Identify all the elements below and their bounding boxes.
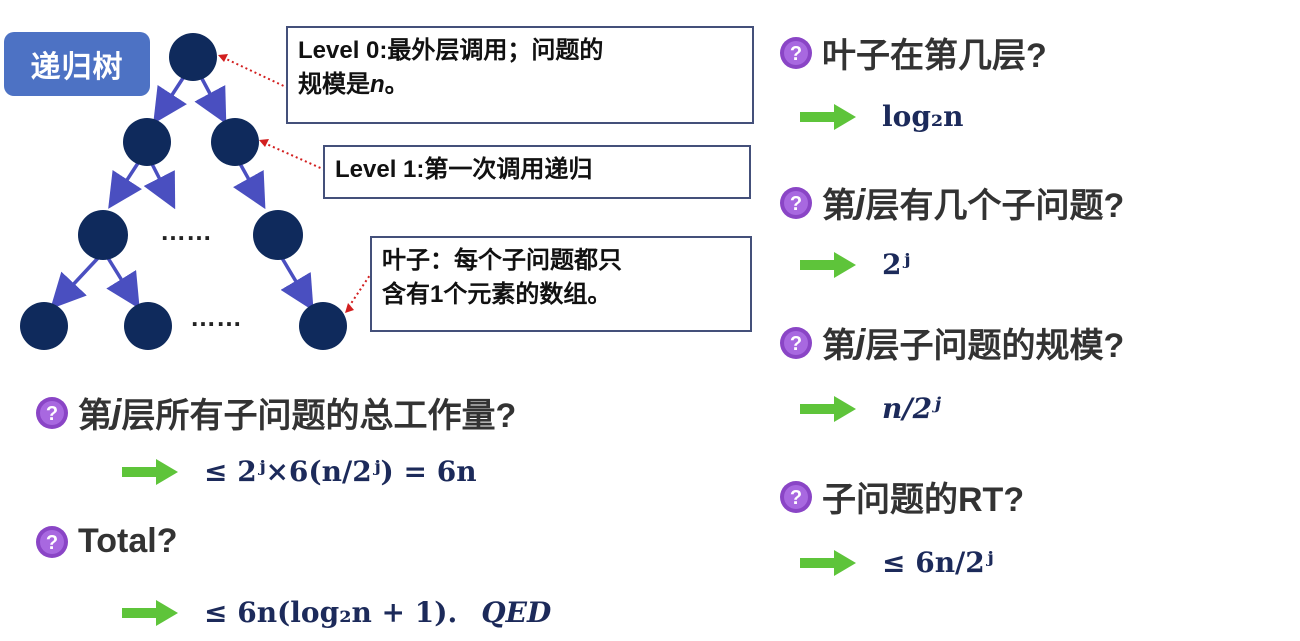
callout-level0-line1: Level 0:最外层调用；问题的 <box>298 37 604 64</box>
tree-node <box>78 210 128 260</box>
question-leaf-level: ? 叶子在第几层? <box>778 28 1047 77</box>
tree-edge <box>106 257 140 309</box>
tree-leaf-node <box>299 302 347 350</box>
tree-node <box>253 210 303 260</box>
svg-text:?: ? <box>46 403 58 425</box>
tree-edge <box>108 159 142 209</box>
svg-text:?: ? <box>790 487 802 509</box>
svg-text:?: ? <box>790 333 802 355</box>
answer-work-at-j: ≤ 2ʲ×6(n/2ʲ) = 6n <box>122 455 477 488</box>
tree-edges <box>50 74 314 312</box>
tree-leaf-node <box>124 302 172 350</box>
green-right-arrow-icon <box>800 395 856 422</box>
pointer-leaf <box>347 271 373 309</box>
question-circle-icon: ? <box>36 525 68 558</box>
callout-level1: Level 1:第一次调用递归 <box>323 145 751 199</box>
pointer-level0 <box>221 56 289 89</box>
svg-text:?: ? <box>46 532 58 554</box>
tree-edge <box>50 256 100 310</box>
question-circle-icon: ? <box>780 186 812 219</box>
answer-rt: ≤ 6n/2ʲ <box>800 546 994 579</box>
tree-edge <box>280 257 314 312</box>
tree-edge <box>153 74 187 124</box>
question-count-at-j: ? 第 j 层有几个子问题? <box>778 178 1124 227</box>
green-right-arrow-icon <box>800 251 856 278</box>
tree-node-root <box>169 33 217 81</box>
svg-text:?: ? <box>790 43 802 65</box>
callout-level0-line2: 规模是n。 <box>298 71 409 98</box>
tree-leaf-node <box>20 302 68 350</box>
callout-level0: Level 0:最外层调用；问题的 规模是n。 <box>286 26 754 124</box>
question-size-at-j: ? 第 j 层子问题的规模? <box>778 318 1124 367</box>
tree-edge <box>233 159 266 210</box>
question-circle-icon: ? <box>780 480 812 513</box>
green-right-arrow-icon <box>122 458 178 485</box>
green-right-arrow-icon <box>800 103 856 130</box>
tree-ellipsis: …… <box>160 216 212 246</box>
tree-node <box>211 118 259 166</box>
question-circle-icon: ? <box>36 396 68 429</box>
answer-total: ≤ 6n(log₂n + 1). QED <box>122 596 551 629</box>
green-right-arrow-icon <box>122 599 178 626</box>
tree-node <box>123 118 171 166</box>
callout-leaf-line2: 含有1个元素的数组。 <box>382 281 612 308</box>
answer-count-at-j: 2ʲ <box>800 248 910 281</box>
green-right-arrow-icon <box>800 549 856 576</box>
question-work-at-j: ? 第 j 层所有子问题的总工作量? <box>34 388 516 437</box>
tree-edge <box>194 74 227 125</box>
svg-text:?: ? <box>790 193 802 215</box>
question-total: ? Total? <box>34 522 177 561</box>
tree-edge <box>143 159 176 210</box>
answer-leaf-level: log₂n <box>800 100 964 133</box>
qed-mark: QED <box>481 596 552 629</box>
callout-leaf-line1: 叶子：每个子问题都只 <box>382 247 622 274</box>
question-circle-icon: ? <box>780 326 812 359</box>
question-circle-icon: ? <box>780 36 812 69</box>
tree-ellipsis: …… <box>190 302 242 332</box>
answer-size-at-j: n/2ʲ <box>800 392 941 425</box>
question-rt: ? 子问题的RT? <box>778 472 1024 521</box>
callout-leaf: 叶子：每个子问题都只 含有1个元素的数组。 <box>370 236 752 332</box>
pointer-level1 <box>261 141 326 171</box>
